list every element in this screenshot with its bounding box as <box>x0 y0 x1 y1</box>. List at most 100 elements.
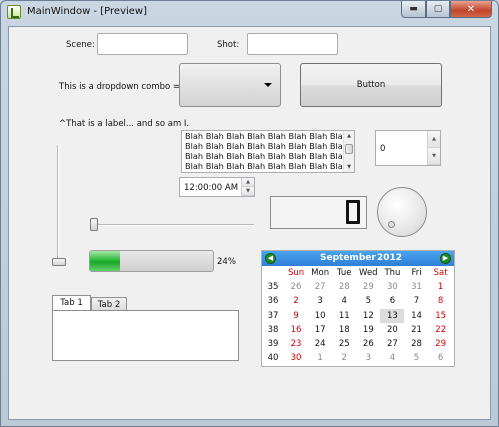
maximize-button[interactable]: ▢ <box>426 1 450 18</box>
calendar-day[interactable]: 26 <box>356 337 380 351</box>
list-item[interactable]: Blah Blah Blah Blah Blah Blah Blah Blah <box>182 151 354 161</box>
calendar-day[interactable]: 30 <box>380 280 404 294</box>
scene-input[interactable] <box>97 33 188 55</box>
shot-input[interactable] <box>247 33 338 55</box>
calendar-day[interactable]: 31 <box>404 280 428 294</box>
time-value: 12:00:00 AM <box>184 183 239 193</box>
calendar-day[interactable]: 3 <box>356 351 380 365</box>
calendar-day[interactable]: 27 <box>308 280 332 294</box>
calendar-day[interactable]: 11 <box>332 309 356 323</box>
calendar-day[interactable]: 2 <box>332 351 356 365</box>
calendar-day[interactable]: 1 <box>308 351 332 365</box>
arrow-left-icon: ◀ <box>267 254 274 262</box>
prev-month-button[interactable]: ◀ <box>265 253 276 264</box>
list-item[interactable]: Blah Blah Blah Blah Blah Blah Blah Blah <box>182 161 354 171</box>
shot-label: Shot: <box>217 40 240 50</box>
calendar-day[interactable]: 20 <box>380 323 404 337</box>
calendar-day[interactable]: 3 <box>308 294 332 308</box>
calendar-weekday-header: Fri <box>411 268 422 279</box>
lcd-number: 0 <box>270 196 367 229</box>
calendar-day[interactable]: 23 <box>284 337 308 351</box>
calendar-day[interactable]: 6 <box>380 294 404 308</box>
horizontal-slider-handle[interactable] <box>90 218 98 231</box>
calendar-day[interactable]: 4 <box>380 351 404 365</box>
title-bar[interactable]: MainWindow - [Preview] ▬ ▢ ✕ <box>1 1 498 25</box>
time-spin-buttons: ▲ ▼ <box>241 178 254 196</box>
progress-fill <box>90 251 120 271</box>
close-button[interactable]: ✕ <box>450 1 492 18</box>
calendar-day[interactable]: 24 <box>308 337 332 351</box>
calendar-day[interactable]: 29 <box>429 337 453 351</box>
time-down-icon[interactable]: ▼ <box>242 187 254 196</box>
calendar-day[interactable]: 19 <box>356 323 380 337</box>
horizontal-slider-groove[interactable] <box>92 224 254 226</box>
window-title: MainWindow - [Preview] <box>27 6 147 17</box>
calendar-day[interactable]: 6 <box>429 351 453 365</box>
minimize-button[interactable]: ▬ <box>401 1 426 18</box>
dial-knob[interactable] <box>377 187 427 237</box>
calendar-day[interactable]: 29 <box>356 280 380 294</box>
calendar-day[interactable]: 18 <box>332 323 356 337</box>
calendar-day[interactable]: 27 <box>380 337 404 351</box>
calendar-day[interactable]: 28 <box>404 337 428 351</box>
progress-text: 24% <box>217 257 236 267</box>
progress-bar <box>89 250 214 272</box>
tab-1[interactable]: Tab 1 <box>52 295 91 310</box>
calendar-day[interactable]: 16 <box>284 323 308 337</box>
calendar-weekday-header: Sun <box>287 268 305 279</box>
chevron-down-icon <box>264 83 272 87</box>
combo-label: This is a dropdown combo => <box>59 82 188 92</box>
calendar-day[interactable]: 9 <box>284 309 308 323</box>
calendar-day[interactable]: 14 <box>404 309 428 323</box>
next-month-button[interactable]: ▶ <box>440 253 451 264</box>
vertical-slider-groove[interactable] <box>57 145 59 263</box>
calendar-day[interactable]: 2 <box>284 294 308 308</box>
calendar-weekday-header: Sat <box>433 268 448 279</box>
calendar-day[interactable]: 1 <box>429 280 453 294</box>
calendar-day[interactable]: 5 <box>404 351 428 365</box>
calendar-day[interactable]: 5 <box>356 294 380 308</box>
calendar-corner <box>262 266 284 280</box>
calendar-week-number: 37 <box>267 310 279 321</box>
scroll-thumb[interactable] <box>345 144 353 154</box>
calendar-day[interactable]: 13 <box>380 308 405 323</box>
close-icon: ✕ <box>466 3 476 15</box>
calendar-day[interactable]: 26 <box>284 280 308 294</box>
list-item[interactable]: Blah Blah Blah Blah Blah Blah Blah Blah <box>182 141 354 151</box>
calendar-grid: Sun Mon Tue Wed Thu Fri Sat 35 26 27 28 29 30 31 1 36 2 3… <box>262 266 453 365</box>
list-scrollbar[interactable]: ▲ ▼ <box>343 131 354 172</box>
dial-notch <box>388 221 395 228</box>
number-spinbox[interactable]: 0 ▲ ▼ <box>375 130 441 166</box>
calendar-year[interactable]: 2012 <box>377 253 402 263</box>
central-widget: Scene: Shot: This is a dropdown combo =>… <box>8 26 491 420</box>
calendar-day[interactable]: 4 <box>332 294 356 308</box>
list-item[interactable]: Blah Blah Blah Blah Blah Blah Blah Blah <box>182 131 354 141</box>
push-button[interactable]: Button <box>300 63 442 107</box>
tab-2[interactable]: Tab 2 <box>91 297 127 311</box>
maximize-icon: ▢ <box>433 4 443 14</box>
calendar-day[interactable]: 12 <box>356 309 380 323</box>
time-up-icon[interactable]: ▲ <box>242 178 254 187</box>
scroll-down-icon[interactable]: ▼ <box>344 162 354 172</box>
vertical-slider-handle[interactable] <box>52 258 66 266</box>
calendar-day[interactable]: 17 <box>308 323 332 337</box>
calendar-widget[interactable]: ◀ September 2012 ▶ Sun Mon Tue Wed Thu Fri Sat… <box>261 250 455 367</box>
calendar-day[interactable]: 28 <box>332 280 356 294</box>
dropdown-combo[interactable] <box>179 63 281 107</box>
calendar-day[interactable]: 30 <box>284 351 308 365</box>
calendar-week-number: 40 <box>267 353 279 364</box>
calendar-day[interactable]: 10 <box>308 309 332 323</box>
spin-up-icon[interactable]: ▲ <box>428 131 440 148</box>
spin-down-icon[interactable]: ▼ <box>428 148 440 165</box>
calendar-month[interactable]: September <box>320 253 376 263</box>
calendar-day[interactable]: 22 <box>429 323 453 337</box>
scroll-up-icon[interactable]: ▲ <box>344 131 354 141</box>
calendar-day[interactable]: 15 <box>429 309 453 323</box>
calendar-day[interactable]: 7 <box>404 294 428 308</box>
calendar-day[interactable]: 8 <box>429 294 453 308</box>
blah-list[interactable]: Blah Blah Blah Blah Blah Blah Blah Blah … <box>181 130 355 173</box>
time-edit[interactable]: 12:00:00 AM ▲ ▼ <box>179 177 255 197</box>
scene-label: Scene: <box>66 40 95 50</box>
calendar-day[interactable]: 21 <box>404 323 428 337</box>
calendar-day[interactable]: 25 <box>332 337 356 351</box>
